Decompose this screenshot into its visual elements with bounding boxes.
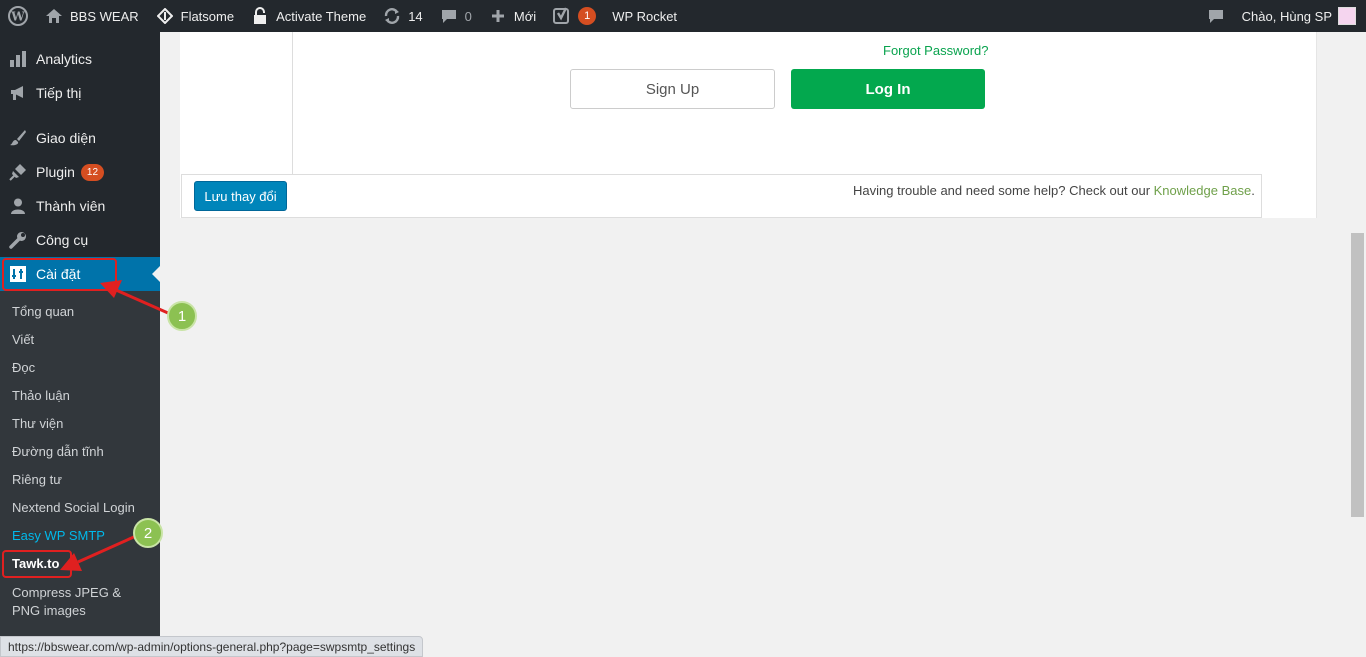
submenu-writing[interactable]: Viết (12, 332, 34, 347)
new-content-menu[interactable]: Mới (480, 0, 544, 32)
avatar (1338, 7, 1356, 25)
submenu-discussion[interactable]: Thảo luận (12, 388, 70, 403)
comment-icon (439, 6, 459, 26)
wp-rocket-menu[interactable]: WP Rocket (604, 0, 685, 32)
yoast-menu[interactable]: 1 (544, 0, 604, 32)
sidebar-label-users: Thành viên (36, 198, 106, 214)
site-name-menu[interactable]: BBS WEAR (36, 0, 147, 32)
help-text: Having trouble and need some help? Check… (853, 183, 1255, 198)
sidebar-item-plugins[interactable]: Plugin 12 (0, 155, 160, 189)
home-icon (44, 6, 64, 26)
activate-theme-menu[interactable]: Activate Theme (242, 0, 374, 32)
flatsome-menu[interactable]: Flatsome (147, 0, 242, 32)
bar-chart-icon (8, 49, 28, 69)
log-in-button[interactable]: Log In (791, 69, 985, 109)
site-name: BBS WEAR (70, 8, 139, 24)
comments-menu[interactable]: 0 (431, 0, 480, 32)
comments-count: 0 (464, 8, 472, 24)
plugins-update-badge: 12 (80, 163, 105, 181)
admin-bar: W BBS WEAR Flatsome Activate Theme 14 0 (0, 0, 1366, 32)
forgot-password-link[interactable]: Forgot Password? (883, 43, 989, 58)
submenu-permalinks[interactable]: Đường dẫn tĩnh (12, 444, 104, 459)
notification-icon (1206, 6, 1226, 26)
submenu-general[interactable]: Tổng quan (12, 304, 74, 319)
flatsome-icon (155, 6, 175, 26)
svg-text:W: W (10, 10, 25, 24)
wp-logo-menu[interactable]: W (0, 0, 36, 32)
sidebar-label-tools: Công cụ (36, 232, 89, 248)
sidebar-label-appearance: Giao diện (36, 130, 96, 146)
submenu-media[interactable]: Thư viện (12, 416, 63, 431)
lock-icon (250, 6, 270, 26)
annotation-step-1: 1 (167, 301, 197, 331)
megaphone-icon (8, 83, 28, 103)
sign-up-button[interactable]: Sign Up (570, 69, 775, 109)
new-label: Mới (513, 8, 537, 24)
sidebar-label-analytics: Analytics (36, 51, 93, 67)
settings-submenu: Tổng quan Viết Đọc Thảo luận Thư viện Đư… (0, 291, 160, 657)
sidebar-item-tools[interactable]: Công cụ (0, 223, 160, 257)
my-account-menu[interactable]: Chào, Hùng SP (1234, 0, 1366, 32)
submenu-nextend-social-login[interactable]: Nextend Social Login (12, 500, 135, 515)
wp-rocket-label: WP Rocket (612, 8, 678, 24)
sidebar-label-plugins: Plugin (36, 164, 75, 180)
plus-icon (488, 6, 508, 26)
sidebar-item-appearance[interactable]: Giao diện (0, 121, 160, 155)
yoast-icon (552, 6, 572, 26)
refresh-icon (382, 6, 402, 26)
submenu-compress-images[interactable]: Compress JPEG & PNG images (12, 584, 147, 620)
wordpress-icon: W (8, 6, 28, 26)
user-icon (8, 196, 28, 216)
submenu-privacy[interactable]: Riêng tư (12, 472, 62, 487)
sidebar-item-analytics[interactable]: Analytics (0, 42, 160, 76)
wrench-icon (8, 230, 28, 250)
knowledge-base-link[interactable]: Knowledge Base (1154, 183, 1252, 198)
activate-theme-label: Activate Theme (276, 8, 367, 24)
sidebar-item-marketing[interactable]: Tiếp thị (0, 76, 160, 110)
yoast-badge: 1 (578, 7, 597, 25)
sidebar-label-marketing: Tiếp thị (36, 85, 82, 101)
submenu-easy-wp-smtp[interactable]: Easy WP SMTP (12, 528, 105, 543)
save-changes-button[interactable]: Lưu thay đổi (194, 181, 287, 211)
updates-menu[interactable]: 14 (374, 0, 430, 32)
help-text-prefix: Having trouble and need some help? Check… (853, 183, 1154, 198)
annotation-step-2: 2 (133, 518, 163, 548)
page-scrollbar-thumb[interactable] (1351, 233, 1364, 517)
flatsome-label: Flatsome (180, 8, 235, 24)
annotation-highlight-settings (2, 258, 117, 291)
annotation-highlight-tawk-to (2, 550, 72, 578)
panel-divider (292, 32, 293, 174)
sidebar-item-users[interactable]: Thành viên (0, 189, 160, 223)
help-text-suffix: . (1251, 183, 1255, 198)
updates-count: 14 (408, 8, 423, 24)
submenu-reading[interactable]: Đọc (12, 360, 35, 375)
greeting: Chào, Hùng SP (1241, 8, 1332, 24)
notification-menu[interactable] (1198, 0, 1234, 32)
browser-status-bar: https://bbswear.com/wp-admin/options-gen… (0, 636, 424, 657)
brush-icon (8, 128, 28, 148)
plugin-icon (8, 162, 28, 182)
